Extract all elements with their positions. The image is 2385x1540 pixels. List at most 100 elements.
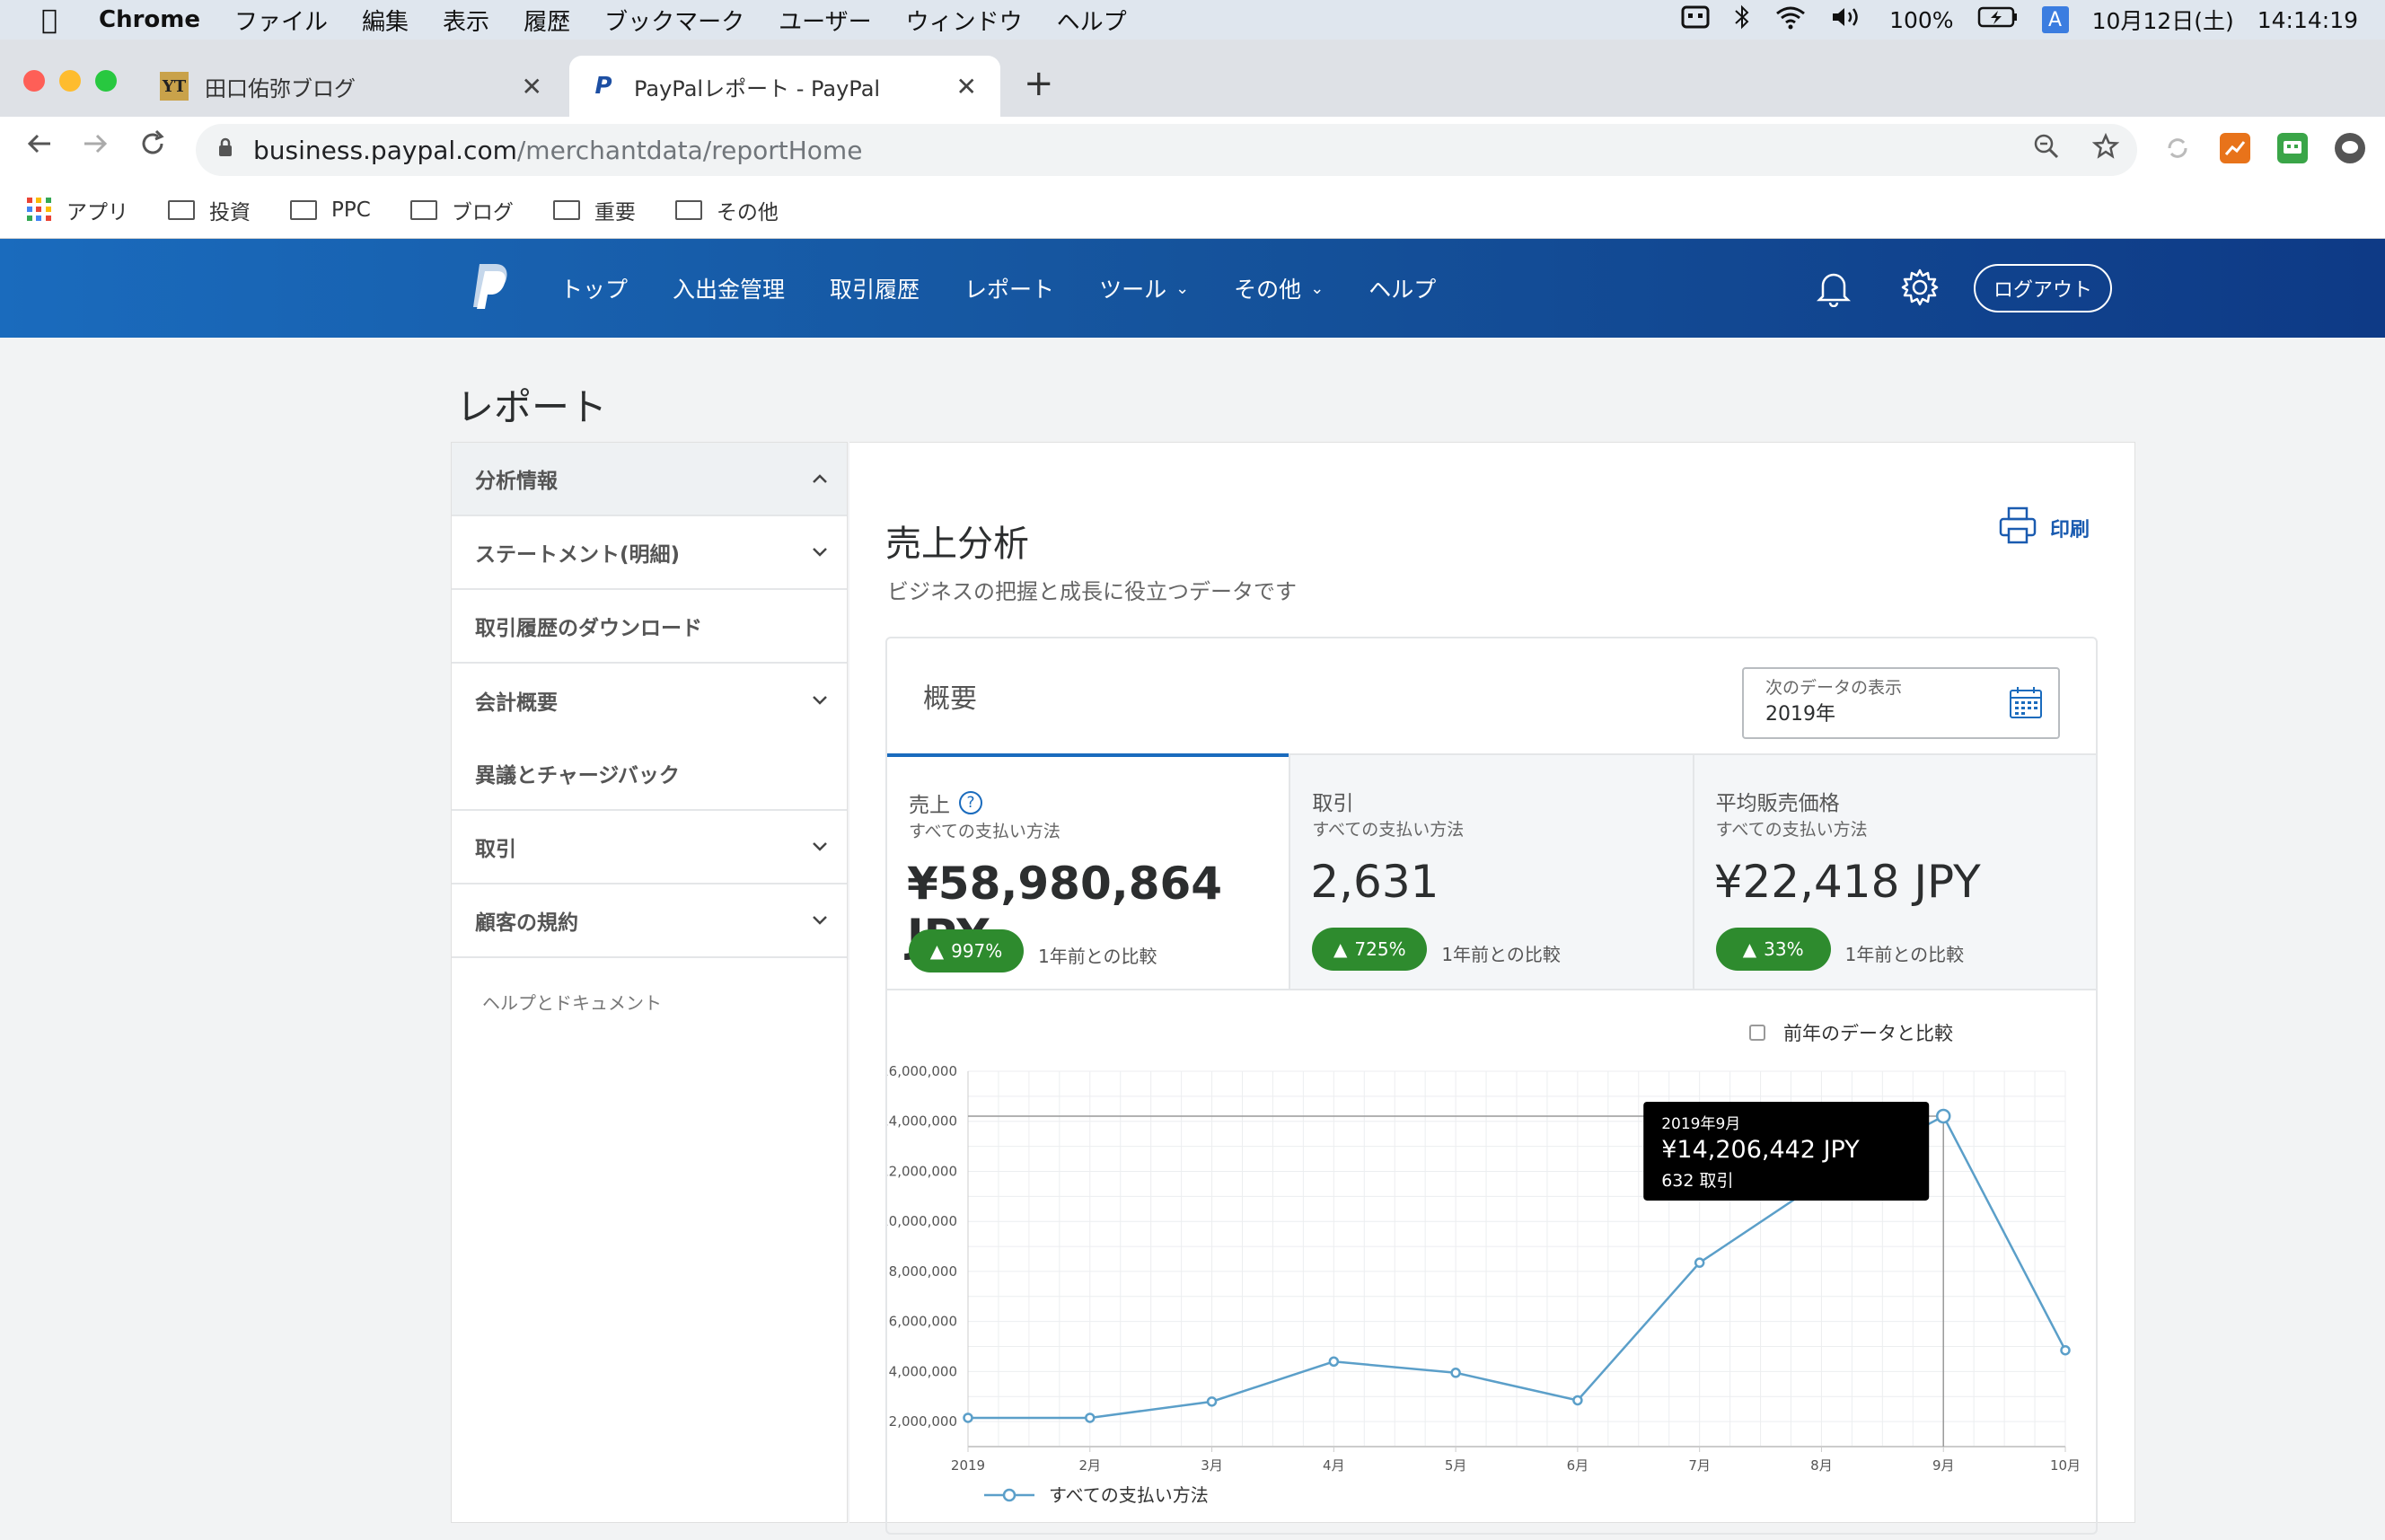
bookmark-folder-other[interactable]: その他 xyxy=(674,195,779,225)
bookmark-folder-blog[interactable]: ブログ xyxy=(409,195,514,225)
nav-money[interactable]: 入出金管理 xyxy=(673,272,785,304)
triangle-up-icon: ▲ xyxy=(1742,938,1757,960)
help-question-icon[interactable]: ? xyxy=(959,791,982,814)
data-point xyxy=(2060,1344,2071,1356)
compare-text: 1年前との比較 xyxy=(1844,944,1965,965)
chevron-up-icon xyxy=(811,468,829,489)
metric-transactions[interactable]: 取引 すべての支払い方法 2,631 ▲ 725% 1年前との比較 xyxy=(1289,755,1693,989)
metric-method: すべての支払い方法 xyxy=(909,822,1060,841)
sidebar-item-download[interactable]: 取引履歴のダウンロード xyxy=(452,590,847,664)
sales-line-chart: 2,000,000 4,000,000 6,000,000 8,000,000 10,0… xyxy=(880,1060,2096,1536)
chart-extension-icon[interactable] xyxy=(2220,133,2250,163)
nav-help[interactable]: ヘルプ xyxy=(1369,272,1436,304)
metric-method: すべての支払い方法 xyxy=(1312,820,1465,840)
nav-more[interactable]: その他 ⌄ xyxy=(1234,272,1324,304)
sidebar-item-statements[interactable]: ステートメント(明細) xyxy=(452,516,847,590)
sidebar-item-insights[interactable]: 分析情報 xyxy=(452,443,847,516)
new-tab-icon[interactable]: + xyxy=(1024,63,1054,104)
input-source-badge[interactable]: A xyxy=(2041,6,2069,33)
nav-activity[interactable]: 取引履歴 xyxy=(830,272,920,304)
nav-tools[interactable]: ツール ⌄ xyxy=(1099,272,1189,304)
report-sidebar: 分析情報 ステートメント(明細) 取引履歴のダウンロード 会計概要 異議とチャー… xyxy=(451,442,848,1523)
bluetooth-icon[interactable] xyxy=(1733,4,1751,37)
menu-users[interactable]: ユーザー xyxy=(779,4,871,37)
zoom-magnifier-icon[interactable] xyxy=(2033,133,2060,167)
close-tab-icon[interactable]: ✕ xyxy=(522,72,542,101)
paypal-logo-icon[interactable] xyxy=(471,262,510,322)
menu-bookmarks[interactable]: ブックマーク xyxy=(604,4,744,37)
tab-paypal-report[interactable]: P PayPalレポート - PayPal ✕ xyxy=(569,56,1000,117)
sidebar-item-label: 会計概要 xyxy=(475,691,558,715)
zoom-window-icon[interactable] xyxy=(95,70,117,92)
forward-arrow-icon[interactable] xyxy=(79,128,111,168)
bookmark-apps[interactable]: アプリ xyxy=(27,195,128,225)
bookmark-folder-ppc[interactable]: PPC xyxy=(290,198,371,222)
nav-label: その他 xyxy=(1234,277,1302,303)
folder-icon xyxy=(674,199,702,220)
section-title: 売上分析 xyxy=(885,524,1029,565)
apple-menu-icon[interactable]:  xyxy=(0,4,99,36)
folder-icon xyxy=(168,199,195,220)
bookmark-folder-important[interactable]: 重要 xyxy=(552,195,636,225)
metric-sales[interactable]: 売上 ? すべての支払い方法 ¥58,980,864 JPY ▲ 997% 1年… xyxy=(887,753,1289,989)
line-extension-icon[interactable] xyxy=(2335,133,2365,163)
metric-name: 平均販売価格 xyxy=(1715,792,1840,815)
sidebar-item-disputes[interactable]: 異議とチャージバック xyxy=(452,737,847,811)
menu-history[interactable]: 履歴 xyxy=(524,4,570,37)
settings-gear-icon[interactable] xyxy=(1900,268,1940,311)
menu-app-name[interactable]: Chrome xyxy=(99,6,200,33)
legend-marker xyxy=(1002,1488,1016,1502)
legend-label: すべての支払い方法 xyxy=(1049,1484,1209,1506)
x-tick-label: 7月 xyxy=(1688,1457,1711,1474)
tab-blog[interactable]: YT 田口佑弥ブログ ✕ xyxy=(153,56,566,117)
back-arrow-icon[interactable] xyxy=(23,128,56,168)
menu-view[interactable]: 表示 xyxy=(443,4,489,37)
wifi-icon[interactable] xyxy=(1774,4,1807,36)
bookmark-star-icon[interactable] xyxy=(2091,132,2120,167)
menubar-date[interactable]: 10月12日(土) xyxy=(2092,4,2234,36)
overview-title: 概要 xyxy=(923,683,977,715)
compare-checkbox[interactable] xyxy=(1749,1025,1765,1041)
menu-file[interactable]: ファイル xyxy=(234,4,328,37)
help-docs-link[interactable]: ヘルプとドキュメント xyxy=(452,958,847,1015)
reload-icon[interactable] xyxy=(136,128,169,168)
sync-extension-icon[interactable] xyxy=(2162,133,2193,163)
bookmark-folder-invest[interactable]: 投資 xyxy=(168,195,251,225)
notification-bell-icon[interactable] xyxy=(1816,268,1852,311)
print-button[interactable]: 印刷 xyxy=(1998,506,2090,550)
minimize-window-icon[interactable] xyxy=(59,70,81,92)
change-badge: ▲ 33% xyxy=(1715,928,1831,971)
y-tick-label: 10,000,000 xyxy=(887,1213,957,1229)
data-point xyxy=(1085,1412,1096,1423)
sidebar-item-transactions[interactable]: 取引 xyxy=(452,811,847,884)
bookmark-label: 重要 xyxy=(594,200,636,224)
lock-icon[interactable] xyxy=(217,137,233,163)
metrics-row: 売上 ? すべての支払い方法 ¥58,980,864 JPY ▲ 997% 1年… xyxy=(887,753,2096,990)
close-tab-icon[interactable]: ✕ xyxy=(956,72,977,101)
close-window-icon[interactable] xyxy=(23,70,45,92)
x-tick-label: 4月 xyxy=(1323,1457,1345,1474)
robot-extension-icon[interactable] xyxy=(2277,133,2308,163)
menubar-time[interactable]: 14:14:19 xyxy=(2257,7,2358,33)
sidebar-item-accounting[interactable]: 会計概要 xyxy=(452,664,847,737)
volume-icon[interactable] xyxy=(1830,4,1866,36)
sidebar-item-customer-terms[interactable]: 顧客の規約 xyxy=(452,884,847,958)
page-title: レポート xyxy=(456,385,608,429)
nav-top[interactable]: トップ xyxy=(560,272,628,304)
nav-label: トップ xyxy=(560,277,629,303)
menu-help[interactable]: ヘルプ xyxy=(1057,4,1127,37)
bookmark-label: アプリ xyxy=(66,200,128,224)
sidebar-item-label: 取引履歴のダウンロード xyxy=(475,617,702,640)
metric-average-price[interactable]: 平均販売価格 すべての支払い方法 ¥22,418 JPY ▲ 33% 1年前との… xyxy=(1692,755,2096,989)
compare-prev-year-toggle[interactable]: 前年のデータと比較 xyxy=(1749,1019,1953,1046)
date-range-selector[interactable]: 次のデータの表示 2019年 xyxy=(1742,667,2060,739)
metric-value: 2,631 xyxy=(1310,856,1439,908)
menu-window[interactable]: ウィンドウ xyxy=(906,4,1023,37)
metric-value: ¥22,418 JPY xyxy=(1713,856,1981,908)
address-bar[interactable]: business.paypal.com/merchantdata/reportH… xyxy=(196,124,2137,176)
menu-edit[interactable]: 編集 xyxy=(362,4,409,37)
robot-icon[interactable] xyxy=(1681,4,1710,36)
logout-button[interactable]: ログアウト xyxy=(1974,264,2112,312)
battery-icon[interactable] xyxy=(1977,5,2019,35)
nav-reports[interactable]: レポート xyxy=(964,272,1054,304)
